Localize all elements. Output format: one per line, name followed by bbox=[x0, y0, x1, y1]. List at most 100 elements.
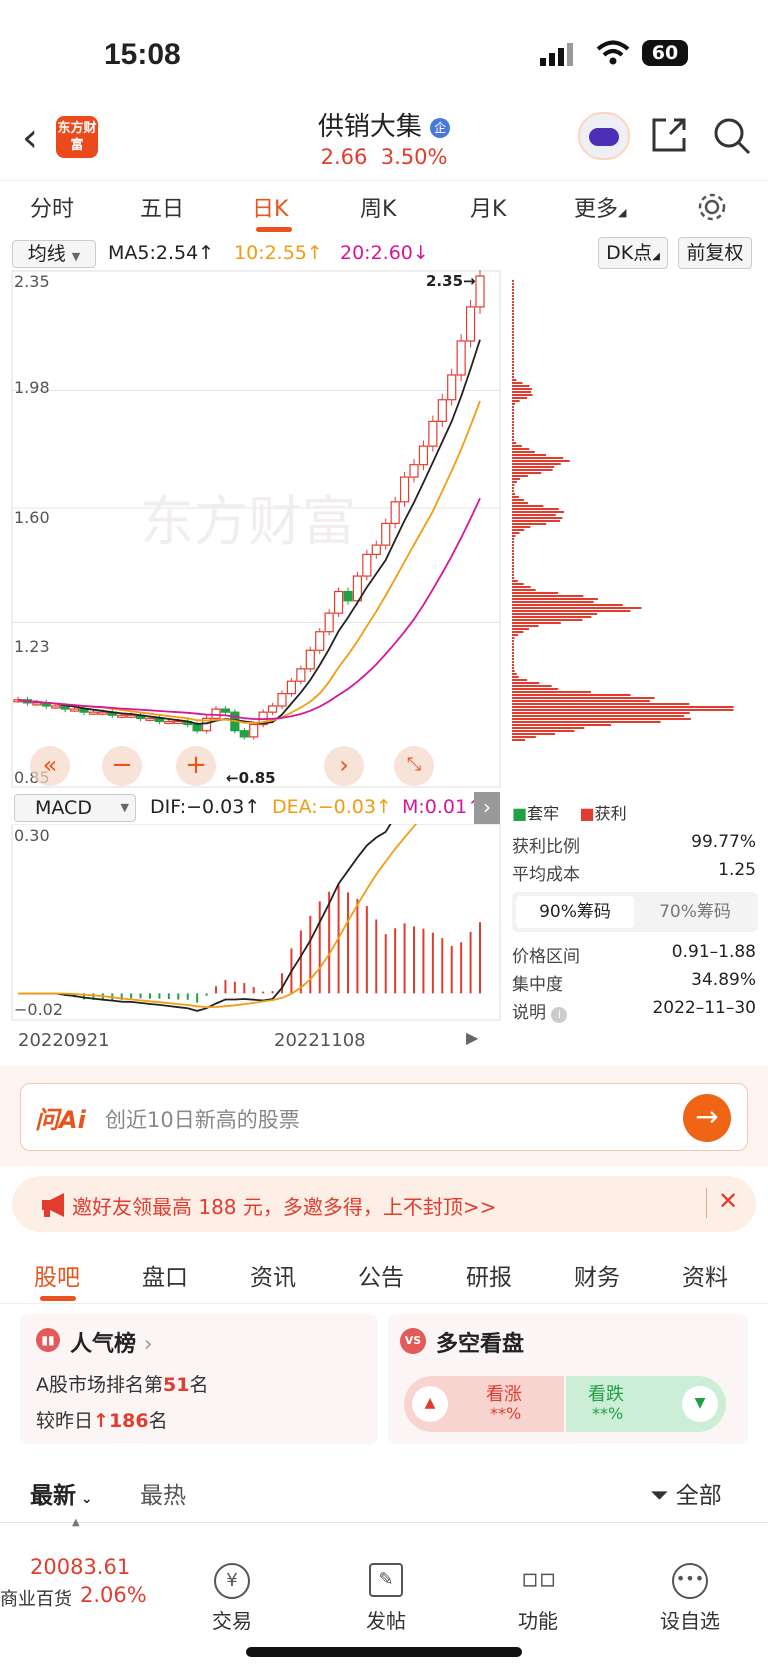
candle-body bbox=[465, 306, 476, 342]
chip-bar bbox=[512, 328, 514, 330]
dk-point-button[interactable]: DK点◢ bbox=[598, 237, 668, 269]
nav-add-watchlist[interactable]: ••• 设自选 bbox=[640, 1563, 740, 1634]
chip-bar bbox=[512, 301, 514, 303]
tab-more[interactable]: 更多◢ bbox=[574, 191, 626, 223]
chip-bar bbox=[512, 541, 514, 543]
search-icon[interactable] bbox=[712, 116, 752, 156]
chip-bar bbox=[512, 505, 544, 507]
zoom-out-icon[interactable]: − bbox=[102, 746, 142, 786]
m-label: M:0.01↑ bbox=[402, 796, 484, 818]
nav-post[interactable]: ✎ 发帖 bbox=[336, 1563, 436, 1634]
chip-bar bbox=[512, 664, 514, 666]
fullscreen-icon[interactable]: ⤡ bbox=[394, 746, 434, 786]
chip-bar bbox=[512, 313, 514, 315]
rewind-icon[interactable]: « bbox=[30, 746, 70, 786]
bull-bear-card: VS 多空看盘 ▲ 看涨 **% 看跌 **% ▼ bbox=[388, 1314, 748, 1444]
robot-assistant-icon[interactable] bbox=[578, 112, 630, 160]
subtab-pankou[interactable]: 盘口 bbox=[142, 1258, 188, 1292]
chip-bar bbox=[512, 646, 514, 648]
chip-range-label: 价格区间 bbox=[512, 947, 580, 967]
feed-hot[interactable]: 最热 bbox=[140, 1476, 186, 1510]
tab-daily-k[interactable]: 日K bbox=[252, 191, 288, 223]
macd-next-icon[interactable]: › bbox=[474, 792, 500, 824]
vote-down-value: **% bbox=[592, 1404, 624, 1423]
forward-icon[interactable]: › bbox=[324, 746, 364, 786]
chip-bar bbox=[512, 586, 531, 588]
chip-bar bbox=[512, 715, 685, 717]
dea-line bbox=[18, 824, 418, 1009]
adjust-button[interactable]: 前复权 bbox=[678, 237, 752, 269]
chip-bar bbox=[512, 475, 528, 477]
chip-bar bbox=[512, 385, 530, 387]
zoom-in-icon[interactable]: + bbox=[176, 746, 216, 786]
chip-bar bbox=[512, 448, 530, 450]
vs-icon: VS bbox=[400, 1328, 426, 1354]
chip-tab-90[interactable]: 90%筹码 bbox=[516, 896, 634, 928]
info-icon[interactable]: i bbox=[551, 1007, 568, 1023]
chip-bar bbox=[512, 427, 514, 429]
candle-body bbox=[192, 723, 202, 732]
banner-close-icon[interactable]: ✕ bbox=[718, 1187, 738, 1215]
ma20-label: 20:2.60↓ bbox=[340, 242, 429, 264]
chip-concentration-value: 34.89% bbox=[691, 970, 756, 990]
ask-ai-input[interactable]: 问Ai 创近10日新高的股票 → bbox=[20, 1083, 748, 1151]
candle-body bbox=[211, 708, 221, 719]
nav-trade[interactable]: ¥ 交易 bbox=[182, 1563, 282, 1634]
subtab-research[interactable]: 研报 bbox=[466, 1258, 512, 1292]
candle-body bbox=[428, 420, 438, 447]
candle-body bbox=[249, 723, 259, 738]
tab-weekly-k[interactable]: 周K bbox=[360, 191, 396, 223]
feed-latest[interactable]: 最新 ⌄ bbox=[30, 1476, 93, 1510]
subtab-finance[interactable]: 财务 bbox=[574, 1258, 620, 1292]
share-icon[interactable] bbox=[650, 116, 688, 154]
axis-label-160: 1.60 bbox=[14, 508, 50, 527]
subtab-news[interactable]: 资讯 bbox=[250, 1258, 296, 1292]
nav-functions[interactable]: ▫▫ 功能 bbox=[488, 1563, 588, 1634]
tab-monthly-k[interactable]: 月K bbox=[470, 191, 506, 223]
tab-timeshare[interactable]: 分时 bbox=[30, 191, 74, 223]
candle-body bbox=[117, 714, 127, 718]
tab-five-day[interactable]: 五日 bbox=[140, 191, 184, 223]
axis-label-123: 1.23 bbox=[14, 637, 50, 656]
chip-bar bbox=[512, 685, 552, 687]
chip-profit-label: 获利比例 bbox=[512, 837, 580, 857]
chip-bar bbox=[512, 691, 591, 693]
chip-bar bbox=[512, 667, 514, 669]
chip-bar bbox=[512, 700, 650, 702]
subtab-profile[interactable]: 资料 bbox=[682, 1258, 728, 1292]
vote-down-button[interactable]: 看跌 **% ▼ bbox=[566, 1376, 726, 1432]
invite-banner[interactable]: 邀好友领最高 188 元，多邀多得，上不封顶>> ✕ bbox=[12, 1176, 756, 1232]
candle-body bbox=[305, 649, 315, 670]
bottom-nav: ▲ 20083.61 商业百货 2.06% ¥ 交易 ✎ 发帖 ▫▫ 功能 ••… bbox=[0, 1517, 768, 1669]
chip-bar bbox=[512, 565, 514, 567]
chip-bar bbox=[512, 559, 514, 561]
chip-bar bbox=[512, 688, 559, 690]
tab-underline bbox=[256, 227, 292, 232]
candle-body bbox=[286, 680, 297, 695]
home-indicator bbox=[246, 1647, 522, 1657]
macd-chart[interactable] bbox=[0, 824, 502, 1024]
popularity-card[interactable]: ▮▮ 人气榜 › A股市场排名第51名 较昨日↑186名 bbox=[20, 1314, 378, 1444]
chip-tab-70[interactable]: 70%筹码 bbox=[636, 896, 754, 928]
chip-bar bbox=[512, 493, 516, 495]
subtab-guba[interactable]: 股吧 bbox=[34, 1258, 80, 1292]
settings-gear-icon[interactable] bbox=[696, 191, 728, 223]
chip-bar bbox=[512, 610, 631, 612]
subtab-announcements[interactable]: 公告 bbox=[358, 1258, 404, 1292]
index-value[interactable]: 20083.61 bbox=[30, 1555, 130, 1579]
macd-select[interactable]: MACD ▼ bbox=[14, 794, 136, 822]
index-pct: 2.06% bbox=[80, 1583, 147, 1607]
chip-bar bbox=[512, 376, 514, 378]
vote-up-button[interactable]: ▲ 看涨 **% bbox=[404, 1376, 564, 1432]
chip-bar bbox=[512, 406, 514, 408]
chip-bar bbox=[512, 355, 514, 357]
kline-chart[interactable]: 东方财富 bbox=[0, 270, 768, 790]
indicator-select[interactable]: 均线 ▼ bbox=[12, 240, 96, 268]
candle-body bbox=[277, 693, 287, 707]
play-icon[interactable]: ▶ bbox=[466, 1028, 478, 1047]
chip-profit-value: 99.77% bbox=[691, 832, 756, 852]
chip-bar bbox=[512, 739, 526, 741]
content-tabs: 股吧 盘口 资讯 公告 研报 财务 资料 bbox=[0, 1240, 768, 1304]
feed-filter[interactable]: ⏷ 全部 bbox=[650, 1476, 722, 1510]
ask-submit-arrow-icon[interactable]: → bbox=[683, 1094, 731, 1142]
